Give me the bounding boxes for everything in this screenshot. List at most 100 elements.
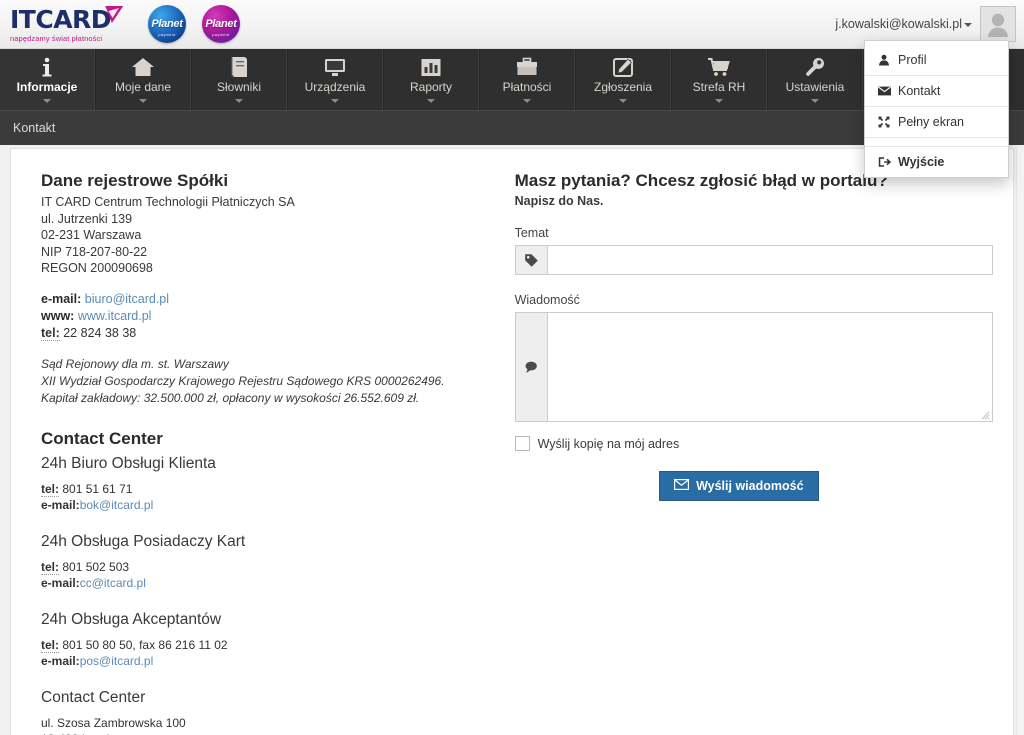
menu-item-profil[interactable]: Profil xyxy=(865,45,1008,76)
menu-item-kontakt[interactable]: Kontakt xyxy=(865,76,1008,107)
user-area: j.kowalski@kowalski.pl xyxy=(835,6,1024,42)
chevron-down-icon xyxy=(523,99,531,103)
message-input-group xyxy=(514,312,993,422)
home-icon xyxy=(131,54,155,80)
planet-logo-blue[interactable]: Planet payment xyxy=(148,5,186,43)
contact-akceptanci-tel-label: tel: xyxy=(41,637,59,653)
contact-karty-email-label: e-mail: xyxy=(41,575,80,590)
contact-group-karty-heading: 24h Obsługa Posiadaczy Kart xyxy=(41,532,246,550)
company-email-row: e-mail: biuro@itcard.pl xyxy=(41,291,505,308)
message-textarea[interactable] xyxy=(546,312,993,422)
company-tel-row: tel: 22 824 38 38 xyxy=(41,325,505,342)
contact-akceptanci-email-label: e-mail: xyxy=(41,653,80,668)
chevron-down-icon xyxy=(331,99,339,103)
planet-logo-magenta[interactable]: Planet payment xyxy=(202,5,240,43)
menu-label-kontakt: Kontakt xyxy=(898,84,941,98)
contact-center-title: Contact Center xyxy=(41,428,163,448)
contact-group-akceptanci-heading: 24h Obsługa Akceptantów xyxy=(41,610,222,628)
planet-logo-magenta-label: Planet xyxy=(205,18,237,30)
contact-akceptanci-email-row: e-mail:pos@itcard.pl xyxy=(41,653,505,669)
resize-handle-icon[interactable] xyxy=(981,411,990,420)
scrollbar-track[interactable] xyxy=(1016,148,1024,735)
contact-karty-tel-row: tel: 801 502 503 xyxy=(41,559,505,575)
company-email-link[interactable]: biuro@itcard.pl xyxy=(85,292,169,306)
contact-group-akceptanci: 24h Obsługa Akceptantów tel: 801 50 80 5… xyxy=(41,611,505,669)
company-legal-text: Sąd Rejonowy dla m. st. Warszawy XII Wyd… xyxy=(41,356,505,407)
avatar[interactable] xyxy=(980,6,1016,42)
nav-label-raporty: Raporty xyxy=(409,80,453,94)
nav-label-ustawienia: Ustawienia xyxy=(785,80,845,94)
user-menu-toggle[interactable]: j.kowalski@kowalski.pl xyxy=(835,17,972,31)
nav-item-slowniki[interactable]: Słowniki xyxy=(191,49,287,110)
content-columns: Dane rejestrowe Spółki IT CARD Centrum T… xyxy=(11,149,1013,735)
contact-akceptanci-tel-row: tel: 801 50 80 50, fax 86 216 11 02 xyxy=(41,637,505,653)
menu-label-profil: Profil xyxy=(898,53,927,67)
tag-icon xyxy=(514,245,547,275)
contact-group-akceptanci-lines: tel: 801 50 80 50, fax 86 216 11 02 e-ma… xyxy=(41,637,505,669)
chevron-down-icon xyxy=(43,99,51,103)
company-nip: NIP 718-207-80-22 xyxy=(41,244,148,259)
menu-label-pelny-ekran: Pełny ekran xyxy=(898,115,965,129)
contact-akceptanci-email-link[interactable]: pos@itcard.pl xyxy=(80,654,154,668)
send-message-button[interactable]: Wyślij wiadomość xyxy=(659,471,819,501)
edit-icon xyxy=(612,54,634,80)
nav-item-raporty[interactable]: Raporty xyxy=(383,49,479,110)
menu-item-pelny-ekran[interactable]: Pełny ekran xyxy=(865,107,1008,138)
contact-karty-tel-value: 801 502 503 xyxy=(62,559,130,574)
itcard-check-icon xyxy=(100,4,125,26)
breadcrumb-current: Kontakt xyxy=(13,121,56,135)
nav-label-zgloszenia: Zgłoszenia xyxy=(593,80,653,94)
contact-bok-email-row: e-mail:bok@itcard.pl xyxy=(41,497,505,513)
sign-out-icon xyxy=(877,156,891,168)
itcard-tagline: napędzamy świat płatności xyxy=(10,34,103,43)
contact-bok-tel-label: tel: xyxy=(41,481,59,497)
chevron-down-icon xyxy=(715,99,723,103)
bar-chart-icon xyxy=(420,54,442,80)
legal-line-1: Sąd Rejonowy dla m. st. Warszawy xyxy=(41,356,229,371)
contact-karty-email-link[interactable]: cc@itcard.pl xyxy=(80,576,146,590)
info-icon xyxy=(37,54,57,80)
nav-item-ustawienia[interactable]: Ustawienia xyxy=(767,49,863,110)
nav-label-moje-dane: Moje dane xyxy=(114,80,172,94)
nav-label-slowniki: Słowniki xyxy=(216,80,261,94)
planet-logo-group: Planet payment Planet payment xyxy=(148,5,240,43)
page-root: ITCARD napędzamy świat płatności Planet … xyxy=(0,0,1024,735)
briefcase-icon xyxy=(515,54,539,80)
subject-input[interactable] xyxy=(546,245,993,275)
nav-item-informacje[interactable]: Informacje xyxy=(0,49,95,110)
envelope-icon xyxy=(877,86,891,96)
nav-item-strefa-rh[interactable]: Strefa RH xyxy=(671,49,767,110)
menu-item-wyjscie[interactable]: Wyjście xyxy=(865,146,1008,177)
company-www-link[interactable]: www.itcard.pl xyxy=(78,309,152,323)
planet-logo-blue-sub: payment xyxy=(158,32,176,37)
comment-icon xyxy=(514,312,547,422)
envelope-icon xyxy=(674,479,690,493)
wrench-icon xyxy=(804,54,826,80)
itcard-logo[interactable]: ITCARD napędzamy świat płatności xyxy=(10,4,125,44)
chevron-down-icon xyxy=(619,99,627,103)
chevron-down-icon xyxy=(235,99,243,103)
contact-akceptanci-tel-value: 801 50 80 50, fax 86 216 11 02 xyxy=(62,637,228,652)
copy-checkbox[interactable] xyxy=(514,436,530,451)
chevron-down-icon xyxy=(811,99,819,103)
nav-item-moje-dane[interactable]: Moje dane xyxy=(95,49,191,110)
contact-group-bok-heading: 24h Biuro Obsługi Klienta xyxy=(41,454,216,472)
submit-row: Wyślij wiadomość xyxy=(515,471,993,501)
subject-label: Temat xyxy=(514,226,549,240)
nav-item-zgloszenia[interactable]: Zgłoszenia xyxy=(575,49,671,110)
book-icon xyxy=(229,54,249,80)
contact-bok-tel-row: tel: 801 51 61 71 xyxy=(41,481,505,497)
company-name: IT CARD Centrum Technologii Płatniczych … xyxy=(41,195,295,209)
nav-label-informacje: Informacje xyxy=(16,80,78,94)
nav-label-urzadzenia: Urządzenia xyxy=(304,80,366,94)
contact-group-bok: 24h Biuro Obsługi Klienta tel: 801 51 61… xyxy=(41,455,505,513)
contact-karty-tel-label: tel: xyxy=(41,559,59,575)
copy-checkbox-row[interactable]: Wyślij kopię na mój adres xyxy=(514,436,993,451)
company-title: Dane rejestrowe Spółki xyxy=(41,171,229,190)
nav-item-platnosci[interactable]: Płatności xyxy=(479,49,575,110)
company-city: 02-231 Warszawa xyxy=(41,228,142,242)
contact-bok-email-link[interactable]: bok@itcard.pl xyxy=(80,498,154,512)
company-contact-block: e-mail: biuro@itcard.pl www: www.itcard.… xyxy=(41,291,505,342)
nav-item-urzadzenia[interactable]: Urządzenia xyxy=(287,49,383,110)
